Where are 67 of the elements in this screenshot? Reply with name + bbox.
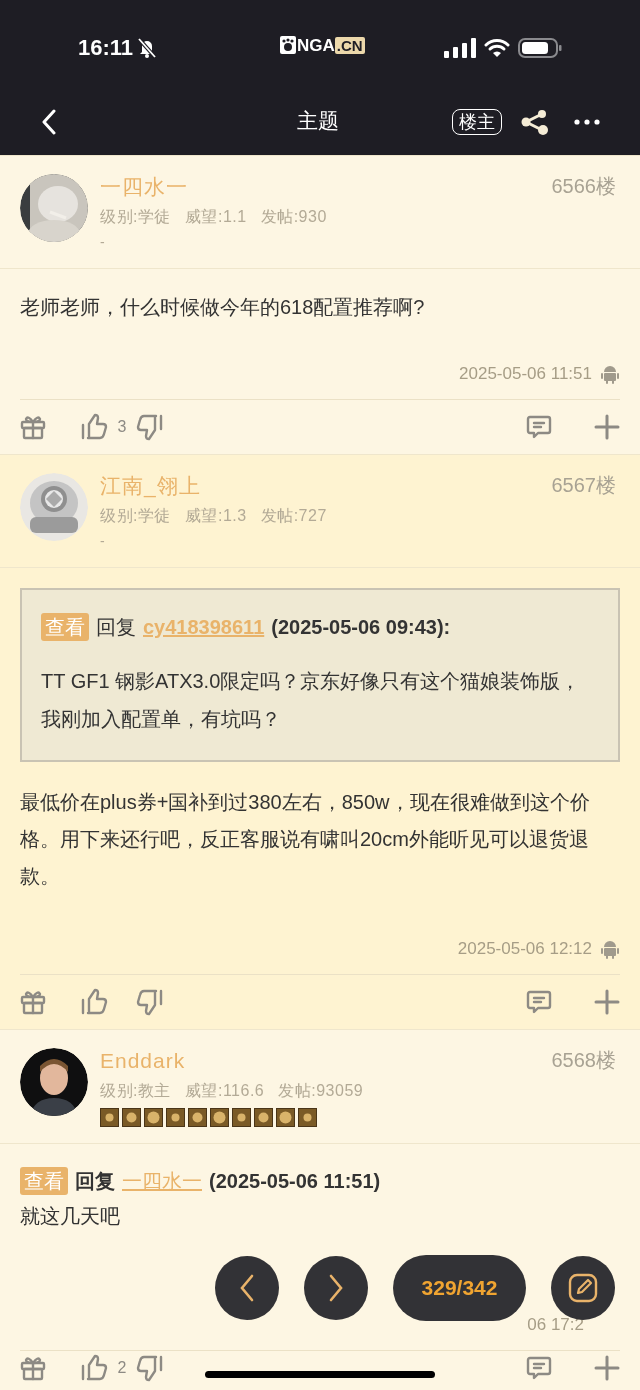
gift-icon[interactable] (20, 414, 46, 440)
reply-author-link[interactable]: cy418398611 (143, 612, 265, 642)
add-icon[interactable] (594, 1355, 620, 1381)
username[interactable]: Enddark (100, 1048, 186, 1074)
thumbs-down-icon[interactable] (136, 413, 164, 441)
user-post-count: 发帖:930 (260, 207, 327, 227)
view-tag[interactable]: 查看 (41, 613, 89, 641)
post-text: 就这几天吧 (20, 1204, 121, 1229)
share-icon[interactable] (520, 109, 550, 135)
add-icon[interactable] (594, 989, 620, 1015)
quote-text: TT GF1 钢影ATX3.0限定吗？京东好像只有这个猫娘装饰版，我刚加入配置单，有坑吗？ (41, 669, 582, 732)
add-icon[interactable] (594, 414, 620, 440)
reply-time: (2025-05-06 11:51) (209, 1169, 381, 1194)
reply-label: 回复 (96, 615, 136, 640)
user-signature: - (100, 532, 105, 551)
page-title: 主题 (297, 108, 339, 134)
thumbs-up-icon[interactable] (80, 988, 108, 1016)
like-count: 3 (116, 417, 128, 437)
post-time: 2025-05-06 12:12 (457, 938, 592, 960)
comment-icon[interactable] (526, 1355, 552, 1381)
gift-icon[interactable] (20, 1355, 46, 1381)
user-post-count: 发帖:727 (260, 506, 327, 526)
comment-icon[interactable] (526, 414, 552, 440)
paw-icon (280, 36, 296, 54)
logo-suffix: .CN (334, 36, 365, 54)
signal-icon (444, 37, 476, 58)
user-prestige: 威望:1.1 (184, 207, 247, 227)
thumbs-up-icon[interactable] (80, 413, 108, 441)
more-icon[interactable] (574, 119, 600, 125)
android-icon (600, 364, 620, 384)
user-level: 级别:学徒 (100, 506, 171, 526)
floor-number: 6567楼 (551, 473, 616, 497)
post-time: 2025-05-06 11:51 (459, 363, 592, 385)
floor-number: 6566楼 (551, 174, 616, 198)
chevron-right-icon (328, 1274, 344, 1302)
thumbs-up-icon[interactable] (80, 1354, 108, 1382)
clock-time: 16:11 (78, 34, 134, 62)
username[interactable]: 一四水一 (100, 174, 188, 200)
user-post-count: 发帖:93059 (278, 1081, 364, 1101)
android-icon (600, 939, 620, 959)
thumbs-down-icon[interactable] (136, 1354, 164, 1382)
gift-icon[interactable] (20, 989, 46, 1015)
logo-text: NGA (297, 36, 335, 54)
post-time: 06 17:2 (527, 1314, 584, 1336)
like-count: 2 (116, 1358, 128, 1378)
thumbs-down-icon[interactable] (136, 988, 164, 1016)
author-filter-button[interactable]: 楼主 (452, 109, 502, 135)
post-text: 最低价在plus券+国补到过380左右，850w，现在很难做到这个价格。用下来还行吧，反正客服说有啸叫20cm外能听见可以退货退款。 (20, 790, 591, 889)
battery-icon (518, 36, 562, 59)
reply-label: 回复 (75, 1169, 115, 1194)
user-level: 级别:学徒 (100, 207, 171, 227)
user-prestige: 威望:1.3 (184, 506, 247, 526)
wifi-icon (484, 37, 510, 58)
username[interactable]: 江南_翎上 (100, 473, 201, 499)
reply-time: (2025-05-06 09:43): (271, 615, 451, 640)
post-text: 老师老师，什么时候做今年的618配置推荐啊? (20, 295, 426, 320)
floor-number: 6568楼 (551, 1048, 616, 1072)
edit-icon (568, 1273, 598, 1303)
user-level: 级别:教主 (100, 1081, 171, 1101)
mute-icon (137, 36, 158, 59)
chevron-left-icon (239, 1274, 255, 1302)
page-indicator-button[interactable]: 329/342 (393, 1255, 526, 1321)
reply-author-link[interactable]: 一四水一 (122, 1166, 202, 1196)
user-signature: - (100, 233, 105, 252)
user-prestige: 威望:116.6 (184, 1081, 265, 1101)
comment-icon[interactable] (526, 989, 552, 1015)
view-tag[interactable]: 查看 (20, 1167, 68, 1195)
